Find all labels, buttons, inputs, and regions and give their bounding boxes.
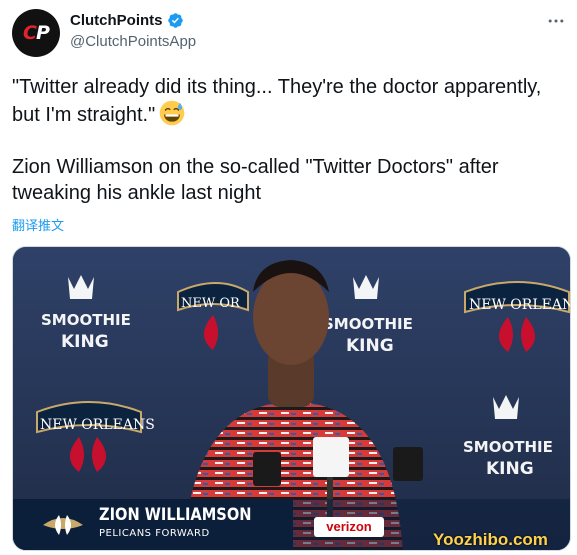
verified-badge-icon — [167, 13, 183, 28]
tweet-paragraph-quote: "Twitter already did its thing... They'r… — [12, 76, 542, 126]
more-options-icon[interactable] — [545, 10, 567, 32]
svg-text:SMOOTHIE: SMOOTHIE — [323, 315, 413, 333]
avatar-logo: CP — [23, 22, 50, 44]
svg-text:KING: KING — [346, 336, 394, 356]
author-handle[interactable]: @ClutchPointsApp — [70, 33, 196, 50]
author-display-name[interactable]: ClutchPoints — [70, 12, 163, 29]
tweet-card: CP ClutchPoints @ClutchPointsApp "Twitte… — [0, 0, 577, 555]
svg-text:KING: KING — [61, 332, 109, 352]
caption-player-role: PELICANS FORWARD — [99, 528, 210, 539]
tweet-media-image[interactable]: SMOOTHIE KING SMOOTHIE KING SMOOTHIE KIN… — [12, 246, 571, 551]
svg-text:KING: KING — [486, 459, 534, 479]
svg-text:NEW ORLEANS: NEW ORLEANS — [40, 417, 155, 433]
tweet-paragraph-context: Zion Williamson on the so-called "Twitte… — [12, 156, 499, 204]
svg-text:SMOOTHIE: SMOOTHIE — [463, 438, 553, 456]
svg-text:NEW ORLEANS: NEW ORLEANS — [469, 297, 571, 313]
tweet-text: "Twitter already did its thing... They'r… — [12, 74, 562, 232]
watermark: Yoozhibo.com — [433, 530, 548, 549]
press-conference-photo: SMOOTHIE KING SMOOTHIE KING SMOOTHIE KIN… — [13, 247, 571, 550]
author-name-row: ClutchPoints — [70, 12, 184, 29]
svg-text:SMOOTHIE: SMOOTHIE — [41, 311, 131, 329]
avatar[interactable]: CP — [12, 9, 60, 57]
grinning-sweat-emoji-icon — [159, 100, 185, 126]
caption-player-name: ZION WILLIAMSON — [99, 505, 252, 525]
caption-sponsor-logo: verizon — [314, 517, 384, 537]
svg-text:NEW OR: NEW OR — [181, 296, 241, 311]
translate-tweet-link[interactable]: 翻译推文 — [12, 215, 64, 234]
